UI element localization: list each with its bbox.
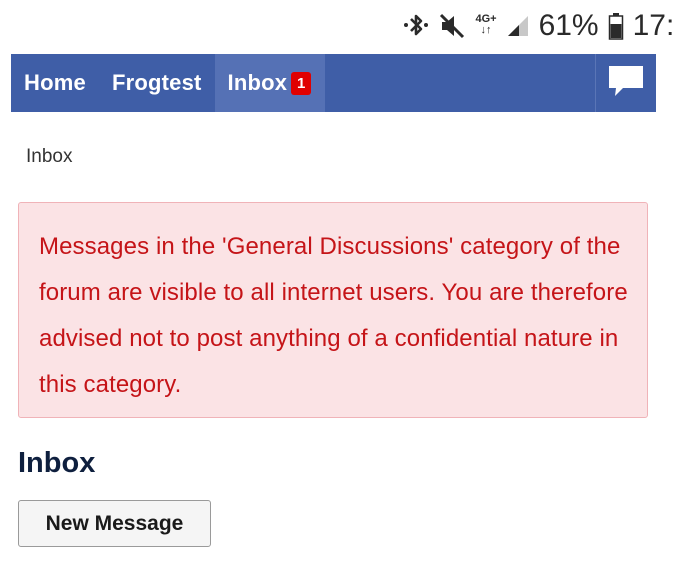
status-bar: 4G+ ↓↑ 61% 17:4 [0,0,675,52]
navbar-spacer [325,54,595,112]
mute-icon [438,12,466,40]
nav-inbox-label: Inbox [227,70,288,95]
status-indicators: 4G+ ↓↑ 61% 17:4 [403,9,675,43]
clock: 17:4 [632,9,675,42]
nav-home[interactable]: Home [11,54,99,112]
network-activity-arrows: ↓↑ [480,24,492,36]
new-message-button[interactable]: New Message [18,500,211,547]
nav-inbox[interactable]: Inbox 1 [214,54,326,112]
battery-percent: 61% [538,9,599,42]
chat-button[interactable] [595,54,656,112]
chat-bubble-icon [606,64,646,103]
breadcrumb: Inbox [26,146,73,167]
forum-visibility-alert: Messages in the 'General Discussions' ca… [18,202,648,418]
network-type-icon: 4G+ ↓↑ [475,14,496,36]
nav-frogtest[interactable]: Frogtest [99,54,215,112]
battery-icon [608,12,624,40]
signal-icon [506,14,530,38]
top-navbar: Home Frogtest Inbox 1 [11,54,656,112]
bluetooth-icon [403,11,429,41]
page-title: Inbox [18,447,96,479]
unread-badge: 1 [291,71,312,95]
